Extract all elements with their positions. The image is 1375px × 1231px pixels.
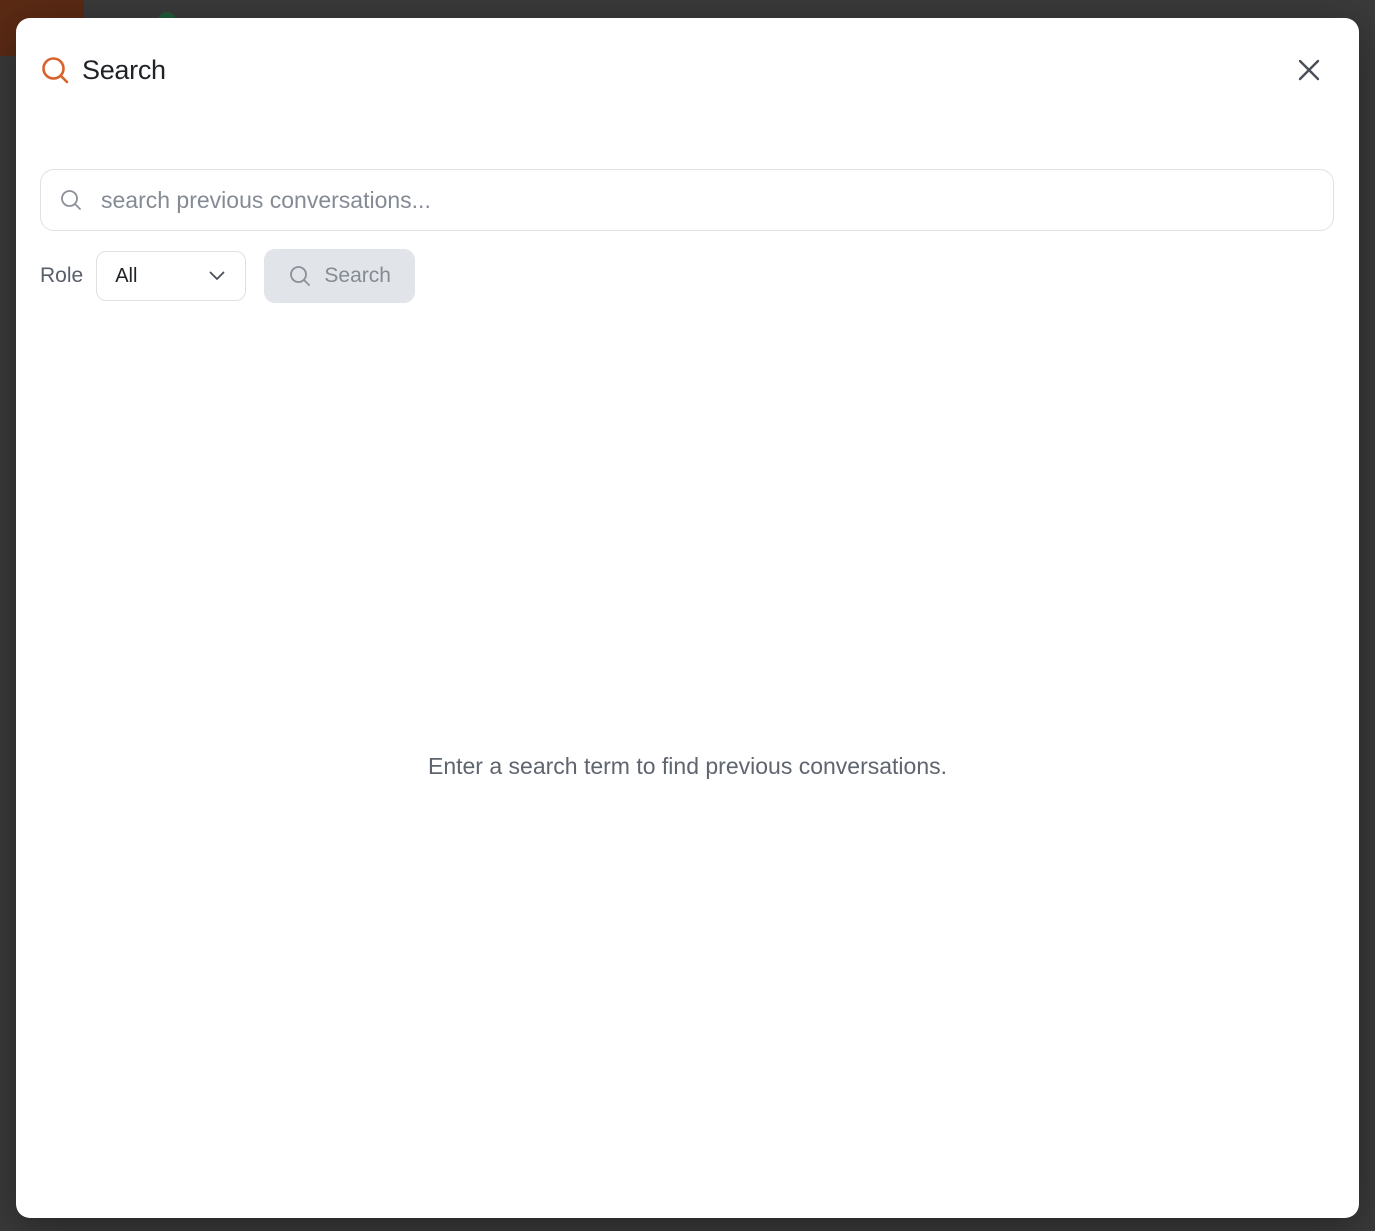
role-label: Role	[40, 264, 84, 287]
search-button[interactable]: Search	[264, 249, 416, 303]
modal-title: Search	[82, 54, 166, 85]
chevron-down-icon	[209, 271, 225, 280]
empty-state-message: Enter a search term to find previous con…	[427, 753, 948, 779]
search-icon	[290, 266, 311, 286]
close-button[interactable]	[1295, 56, 1323, 84]
modal-header: Search	[40, 54, 166, 86]
search-button-label: Search	[324, 264, 391, 287]
search-field[interactable]	[40, 169, 1334, 231]
search-icon	[42, 57, 69, 84]
role-select-value: All	[115, 264, 138, 287]
search-input[interactable]	[101, 186, 1281, 214]
filter-row: Role All Search	[40, 249, 416, 303]
close-icon	[1298, 59, 1320, 81]
search-icon	[61, 190, 81, 210]
search-modal: Search Role All Search Enter	[16, 18, 1359, 1218]
role-select[interactable]: All	[96, 251, 247, 301]
